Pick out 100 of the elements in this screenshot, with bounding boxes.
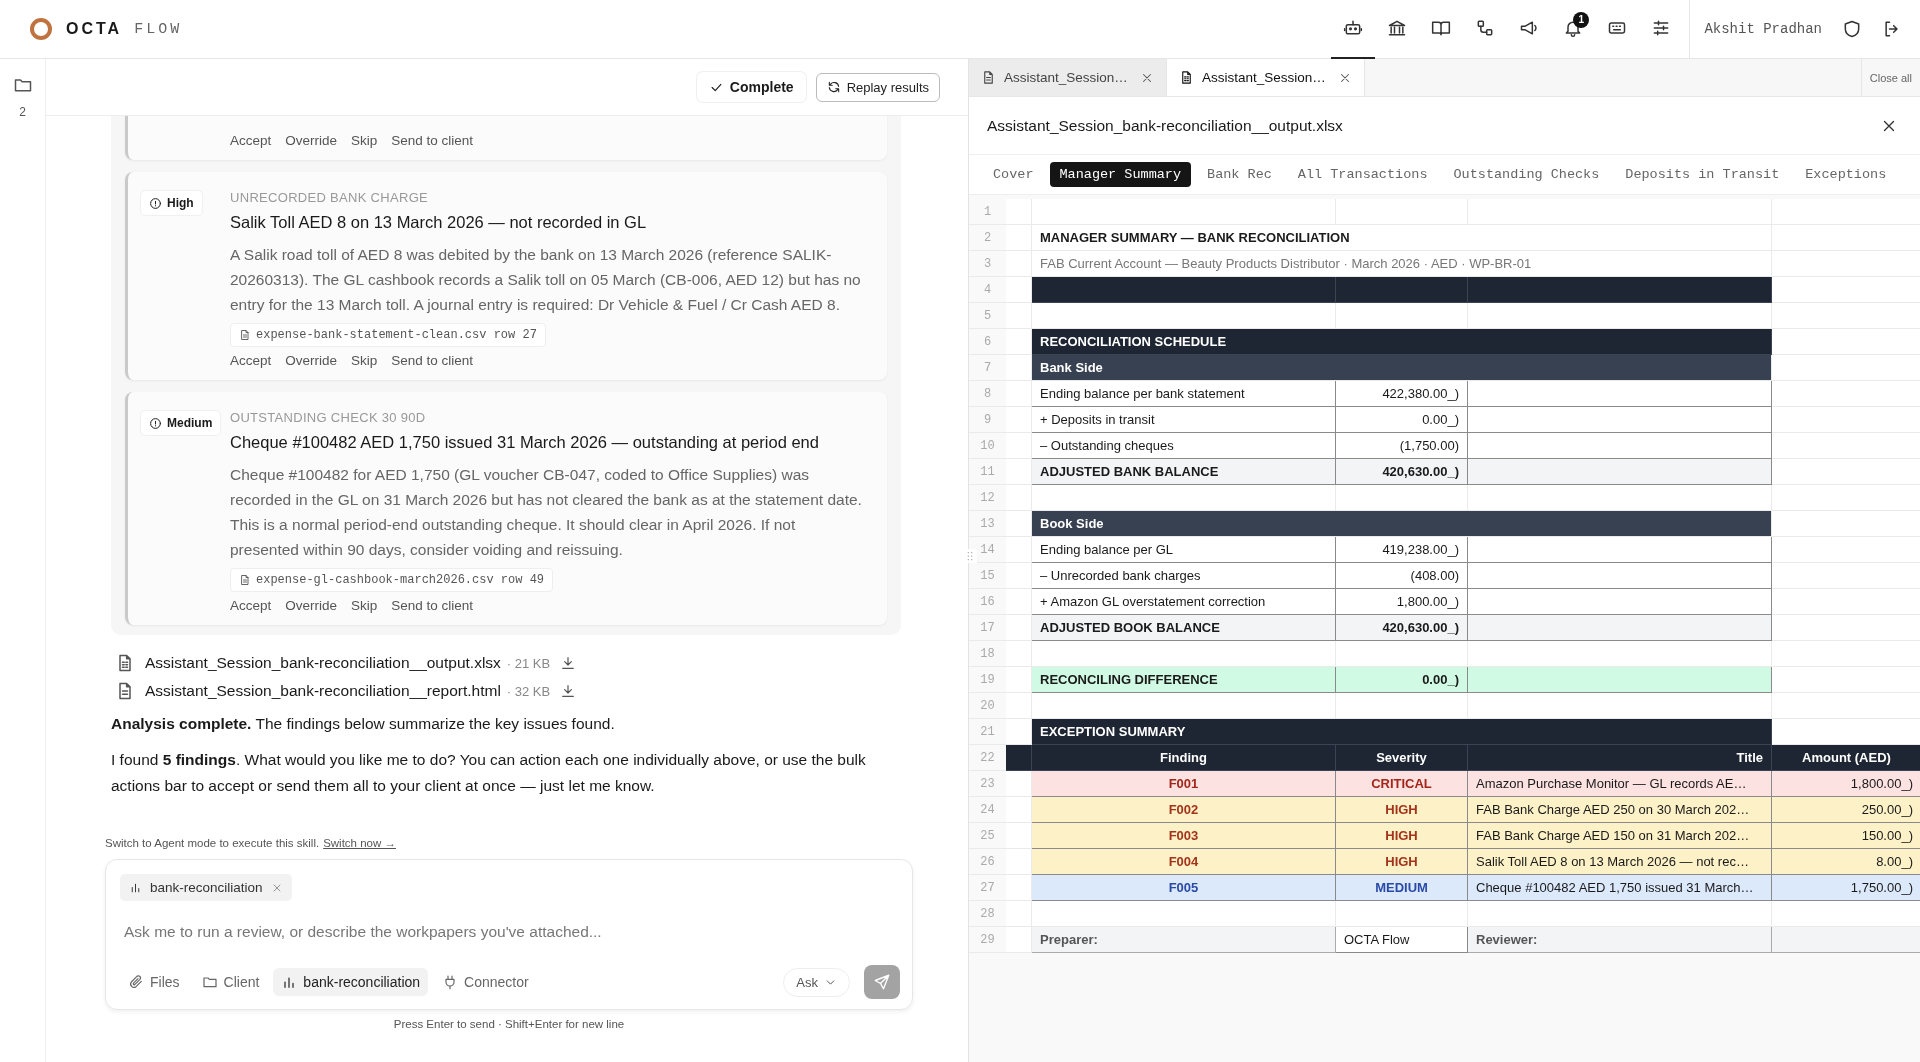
book-icon [1431, 18, 1452, 38]
info-icon [149, 196, 162, 210]
composer-tool-button[interactable]: Connector [434, 968, 537, 996]
table-cell: Preparer: [1032, 927, 1336, 953]
table-cell: 1,750.00_) [1772, 875, 1920, 901]
table-cell: HIGH [1336, 823, 1468, 849]
table-cell: 420,630.00_) [1336, 459, 1468, 485]
finding-category: OUTSTANDING CHECK 30 90D [230, 410, 427, 425]
table-cell: F004 [1032, 849, 1336, 875]
table-cell: HIGH [1336, 797, 1468, 823]
bar-chart-icon [129, 881, 142, 894]
table-cell: FAB Bank Charge AED 250 on 30 March 202… [1468, 797, 1772, 823]
download-button[interactable] [560, 655, 577, 671]
assistant-message: I found 5 findings. What would you like me to do? You can action each one individually above, or use the bulk actions bar to accept or send them all to your client at once — just let me know. [111, 750, 867, 796]
table-cell: RECONCILING DIFFERENCE [1032, 667, 1336, 693]
table-cell: 250.00_) [1772, 797, 1920, 823]
source-chip[interactable]: expense-gl-cashbook-march2026.csv row 49 [230, 568, 554, 592]
composer-tool-button[interactable]: bank-reconciliation [273, 968, 429, 996]
replay-button[interactable]: Replay results [815, 72, 940, 102]
user-name[interactable]: Akshit Pradhan [1704, 21, 1822, 37]
action-link[interactable]: Send to client [391, 351, 474, 370]
file-tab[interactable]: Assistant_Session… [1167, 59, 1365, 96]
bank-icon [1387, 18, 1408, 38]
action-link[interactable]: Override [285, 596, 338, 615]
table-cell: Salik Toll AED 8 on 13 March 2026 — not rec… [1468, 849, 1772, 875]
assistant-message: Analysis complete. The findings below summarize the key issues found. [111, 714, 616, 734]
table-cell: HIGH [1336, 849, 1468, 875]
table-cell: OCTA Flow [1336, 927, 1468, 953]
table-cell: 419,238.00_) [1336, 537, 1468, 563]
section-header: EXCEPTION SUMMARY [1032, 719, 1772, 745]
document-icon [981, 70, 996, 85]
table-cell: 8.00_) [1772, 849, 1920, 875]
sheet-tab[interactable]: Deposits in Transit [1615, 162, 1790, 187]
table-cell: (408.00) [1336, 563, 1468, 589]
column-header: Title [1468, 745, 1772, 771]
spreadsheet-icon [1179, 70, 1194, 85]
action-link[interactable]: Skip [351, 131, 378, 150]
action-link[interactable]: Skip [351, 351, 378, 370]
action-link[interactable]: Override [285, 351, 338, 370]
composer-tool-button[interactable]: Client [193, 968, 268, 996]
composer-tool-button[interactable]: Files [120, 968, 188, 996]
brand-suffix: FLOW [134, 20, 183, 38]
sheet-tab[interactable]: Outstanding Checks [1443, 162, 1610, 187]
message-input[interactable]: Ask me to run a review, or describe the workpapers you've attached... [120, 923, 908, 941]
file-icon [239, 329, 251, 341]
table-cell: – Unrecorded bank charges [1032, 563, 1336, 589]
action-link[interactable]: Accept [230, 131, 272, 150]
subsection-header: Bank Side [1032, 355, 1772, 381]
megaphone-icon [1519, 18, 1540, 38]
shield-icon [1842, 19, 1862, 39]
sheet-tab[interactable]: Cover [983, 162, 1044, 187]
severity-badge: High [140, 190, 203, 216]
severity-badge: Medium [140, 410, 222, 436]
table-cell: F003 [1032, 823, 1336, 849]
robot-icon [1343, 18, 1364, 38]
sheet-tab[interactable]: All Transactions [1287, 162, 1438, 187]
action-link[interactable]: Skip [351, 596, 378, 615]
file-tab[interactable]: Assistant_Session… [969, 59, 1167, 96]
subsection-header: Book Side [1032, 511, 1772, 537]
table-cell: 420,630.00_) [1336, 615, 1468, 641]
file-link[interactable]: Assistant_Session_bank-reconciliation__output.xlsx [145, 654, 501, 672]
action-link[interactable]: Accept [230, 351, 272, 370]
sheet-tab[interactable]: Exceptions [1795, 162, 1897, 187]
table-cell: Amazon Purchase Monitor — GL records AE… [1468, 771, 1772, 797]
finding-title: Salik Toll AED 8 on 13 March 2026 — not recorded in GL [230, 213, 648, 232]
action-link[interactable]: Accept [230, 596, 272, 615]
table-cell: ADJUSTED BANK BALANCE [1032, 459, 1336, 485]
table-cell: 1,800.00_) [1772, 771, 1920, 797]
table-cell: + Amazon GL overstatement correction [1032, 589, 1336, 615]
brand-name: OCTA [66, 20, 123, 38]
table-cell: FAB Bank Charge AED 150 on 31 March 202… [1468, 823, 1772, 849]
info-icon [149, 416, 162, 430]
switch-link[interactable]: Switch now → [323, 837, 396, 849]
logo-icon [30, 18, 52, 40]
table-cell: F005 [1032, 875, 1336, 901]
file-size: · 32 KB [506, 683, 551, 699]
refresh-icon [826, 80, 841, 94]
table-cell: Reviewer: [1468, 927, 1772, 953]
table-cell: (1,750.00) [1336, 433, 1468, 459]
download-button[interactable] [560, 683, 577, 699]
file-link[interactable]: Assistant_Session_bank-reconciliation__report.html [145, 682, 501, 700]
notification-badge: 1 [1573, 11, 1590, 28]
source-chip[interactable]: expense-bank-statement-clean.csv row 27 [230, 323, 546, 347]
input-hint: Press Enter to send · Shift+Enter for new line [392, 1018, 626, 1030]
action-link[interactable]: Send to client [391, 131, 474, 150]
action-link[interactable]: Override [285, 131, 338, 150]
table-cell: Ending balance per bank statement [1032, 381, 1336, 407]
sheet-tab[interactable]: Manager Summary [1049, 162, 1192, 187]
toolbar-button[interactable]: 1 [1551, 0, 1596, 59]
download-icon [560, 655, 577, 671]
send-icon [873, 973, 891, 991]
column-header: Severity [1336, 745, 1468, 771]
action-link[interactable]: Send to client [391, 596, 474, 615]
sheet-tab[interactable]: Bank Rec [1197, 162, 1282, 187]
finding-title: Cheque #100482 AED 1,750 issued 31 March 2026 — outstanding at period end [230, 433, 820, 452]
mode-dropdown[interactable]: Ask [783, 967, 850, 997]
status-label: Complete [696, 72, 806, 102]
folder-icon [201, 974, 218, 990]
table-cell: 1,800.00_) [1336, 589, 1468, 615]
mode-notice: Switch to Agent mode to execute this skill. [105, 837, 320, 849]
